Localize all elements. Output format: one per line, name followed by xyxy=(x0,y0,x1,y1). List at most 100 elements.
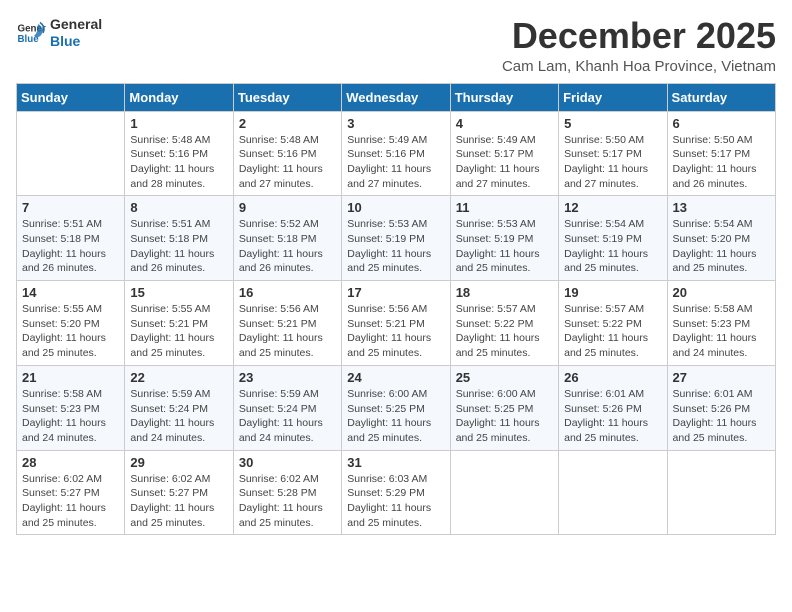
day-number: 2 xyxy=(239,116,336,131)
weekday-header-thursday: Thursday xyxy=(450,83,558,111)
day-info: Sunrise: 6:01 AM Sunset: 5:26 PM Dayligh… xyxy=(564,387,661,446)
day-number: 6 xyxy=(673,116,770,131)
calendar-cell: 13 Sunrise: 5:54 AM Sunset: 5:20 PM Dayli… xyxy=(667,196,775,281)
month-title: December 2025 xyxy=(502,16,776,56)
day-number: 24 xyxy=(347,370,444,385)
day-info: Sunrise: 6:01 AM Sunset: 5:26 PM Dayligh… xyxy=(673,387,770,446)
calendar-week-row: 7Sunrise: 5:51 AM Sunset: 5:18 PM Daylig… xyxy=(17,196,776,281)
day-number: 18 xyxy=(456,285,553,300)
calendar-cell: 8Sunrise: 5:51 AM Sunset: 5:18 PM Daylig… xyxy=(125,196,233,281)
day-info: Sunrise: 5:56 AM Sunset: 5:21 PM Dayligh… xyxy=(347,302,444,361)
title-block: December 2025 Cam Lam, Khanh Hoa Provinc… xyxy=(502,16,776,75)
day-number: 27 xyxy=(673,370,770,385)
calendar-cell: 6 Sunrise: 5:50 AM Sunset: 5:17 PM Daylig… xyxy=(667,111,775,196)
weekday-header-monday: Monday xyxy=(125,83,233,111)
calendar-cell: 31Sunrise: 6:03 AM Sunset: 5:29 PM Dayli… xyxy=(342,450,450,535)
calendar-week-row: 28Sunrise: 6:02 AM Sunset: 5:27 PM Dayli… xyxy=(17,450,776,535)
calendar-cell: 18 Sunrise: 5:57 AM Sunset: 5:22 PM Dayli… xyxy=(450,281,558,366)
day-info: Sunrise: 5:57 AM Sunset: 5:22 PM Dayligh… xyxy=(456,302,553,361)
calendar-cell: 10 Sunrise: 5:53 AM Sunset: 5:19 PM Dayli… xyxy=(342,196,450,281)
weekday-header-wednesday: Wednesday xyxy=(342,83,450,111)
day-number: 11 xyxy=(456,200,553,215)
logo: General Blue General Blue xyxy=(16,16,102,50)
calendar-cell: 5Sunrise: 5:50 AM Sunset: 5:17 PM Daylig… xyxy=(559,111,667,196)
day-number: 25 xyxy=(456,370,553,385)
day-number: 31 xyxy=(347,455,444,470)
day-number: 30 xyxy=(239,455,336,470)
day-info: Sunrise: 5:51 AM Sunset: 5:18 PM Dayligh… xyxy=(22,217,119,276)
calendar: SundayMondayTuesdayWednesdayThursdayFrid… xyxy=(16,83,776,536)
day-info: Sunrise: 6:02 AM Sunset: 5:28 PM Dayligh… xyxy=(239,472,336,531)
day-info: Sunrise: 6:00 AM Sunset: 5:25 PM Dayligh… xyxy=(347,387,444,446)
day-info: Sunrise: 6:02 AM Sunset: 5:27 PM Dayligh… xyxy=(22,472,119,531)
day-info: Sunrise: 5:55 AM Sunset: 5:20 PM Dayligh… xyxy=(22,302,119,361)
calendar-cell: 15 Sunrise: 5:55 AM Sunset: 5:21 PM Dayli… xyxy=(125,281,233,366)
day-info: Sunrise: 5:48 AM Sunset: 5:16 PM Dayligh… xyxy=(130,133,227,192)
calendar-body: 1Sunrise: 5:48 AM Sunset: 5:16 PM Daylig… xyxy=(17,111,776,535)
weekday-header-sunday: Sunday xyxy=(17,83,125,111)
calendar-cell: 23 Sunrise: 5:59 AM Sunset: 5:24 PM Dayli… xyxy=(233,365,341,450)
day-number: 3 xyxy=(347,116,444,131)
day-number: 21 xyxy=(22,370,119,385)
day-info: Sunrise: 5:53 AM Sunset: 5:19 PM Dayligh… xyxy=(347,217,444,276)
day-number: 17 xyxy=(347,285,444,300)
day-info: Sunrise: 5:49 AM Sunset: 5:16 PM Dayligh… xyxy=(347,133,444,192)
day-info: Sunrise: 5:58 AM Sunset: 5:23 PM Dayligh… xyxy=(22,387,119,446)
day-info: Sunrise: 5:59 AM Sunset: 5:24 PM Dayligh… xyxy=(130,387,227,446)
calendar-cell: 3 Sunrise: 5:49 AM Sunset: 5:16 PM Daylig… xyxy=(342,111,450,196)
day-number: 19 xyxy=(564,285,661,300)
day-info: Sunrise: 6:00 AM Sunset: 5:25 PM Dayligh… xyxy=(456,387,553,446)
day-info: Sunrise: 5:58 AM Sunset: 5:23 PM Dayligh… xyxy=(673,302,770,361)
day-info: Sunrise: 5:56 AM Sunset: 5:21 PM Dayligh… xyxy=(239,302,336,361)
calendar-cell xyxy=(667,450,775,535)
day-info: Sunrise: 5:53 AM Sunset: 5:19 PM Dayligh… xyxy=(456,217,553,276)
calendar-week-row: 1Sunrise: 5:48 AM Sunset: 5:16 PM Daylig… xyxy=(17,111,776,196)
calendar-cell: 22 Sunrise: 5:59 AM Sunset: 5:24 PM Dayli… xyxy=(125,365,233,450)
day-info: Sunrise: 5:55 AM Sunset: 5:21 PM Dayligh… xyxy=(130,302,227,361)
weekday-header-tuesday: Tuesday xyxy=(233,83,341,111)
day-info: Sunrise: 5:48 AM Sunset: 5:16 PM Dayligh… xyxy=(239,133,336,192)
day-info: Sunrise: 5:54 AM Sunset: 5:20 PM Dayligh… xyxy=(673,217,770,276)
calendar-cell: 25 Sunrise: 6:00 AM Sunset: 5:25 PM Dayli… xyxy=(450,365,558,450)
calendar-cell: 19Sunrise: 5:57 AM Sunset: 5:22 PM Dayli… xyxy=(559,281,667,366)
day-number: 13 xyxy=(673,200,770,215)
calendar-cell: 2 Sunrise: 5:48 AM Sunset: 5:16 PM Daylig… xyxy=(233,111,341,196)
subtitle: Cam Lam, Khanh Hoa Province, Vietnam xyxy=(502,58,776,75)
day-number: 29 xyxy=(130,455,227,470)
calendar-cell: 16 Sunrise: 5:56 AM Sunset: 5:21 PM Dayli… xyxy=(233,281,341,366)
day-info: Sunrise: 6:02 AM Sunset: 5:27 PM Dayligh… xyxy=(130,472,227,531)
calendar-cell: 9 Sunrise: 5:52 AM Sunset: 5:18 PM Daylig… xyxy=(233,196,341,281)
calendar-cell: 24 Sunrise: 6:00 AM Sunset: 5:25 PM Dayli… xyxy=(342,365,450,450)
day-number: 4 xyxy=(456,116,553,131)
day-number: 15 xyxy=(130,285,227,300)
logo-general: General xyxy=(50,16,102,33)
calendar-cell: 26Sunrise: 6:01 AM Sunset: 5:26 PM Dayli… xyxy=(559,365,667,450)
day-info: Sunrise: 5:59 AM Sunset: 5:24 PM Dayligh… xyxy=(239,387,336,446)
day-number: 10 xyxy=(347,200,444,215)
weekday-header-friday: Friday xyxy=(559,83,667,111)
header: General Blue General Blue December 2025 … xyxy=(16,16,776,75)
calendar-cell: 14Sunrise: 5:55 AM Sunset: 5:20 PM Dayli… xyxy=(17,281,125,366)
calendar-cell: 17 Sunrise: 5:56 AM Sunset: 5:21 PM Dayli… xyxy=(342,281,450,366)
day-info: Sunrise: 5:50 AM Sunset: 5:17 PM Dayligh… xyxy=(673,133,770,192)
calendar-cell xyxy=(559,450,667,535)
calendar-week-row: 21 Sunrise: 5:58 AM Sunset: 5:23 PM Dayli… xyxy=(17,365,776,450)
day-number: 22 xyxy=(130,370,227,385)
day-number: 5 xyxy=(564,116,661,131)
logo-icon: General Blue xyxy=(16,18,46,48)
day-info: Sunrise: 5:49 AM Sunset: 5:17 PM Dayligh… xyxy=(456,133,553,192)
day-info: Sunrise: 5:54 AM Sunset: 5:19 PM Dayligh… xyxy=(564,217,661,276)
day-info: Sunrise: 5:52 AM Sunset: 5:18 PM Dayligh… xyxy=(239,217,336,276)
calendar-cell: 11 Sunrise: 5:53 AM Sunset: 5:19 PM Dayli… xyxy=(450,196,558,281)
day-info: Sunrise: 5:51 AM Sunset: 5:18 PM Dayligh… xyxy=(130,217,227,276)
calendar-cell: 7Sunrise: 5:51 AM Sunset: 5:18 PM Daylig… xyxy=(17,196,125,281)
day-number: 9 xyxy=(239,200,336,215)
day-number: 16 xyxy=(239,285,336,300)
calendar-cell: 27 Sunrise: 6:01 AM Sunset: 5:26 PM Dayli… xyxy=(667,365,775,450)
logo-blue: Blue xyxy=(50,33,102,50)
day-number: 23 xyxy=(239,370,336,385)
calendar-cell: 12Sunrise: 5:54 AM Sunset: 5:19 PM Dayli… xyxy=(559,196,667,281)
day-number: 20 xyxy=(673,285,770,300)
calendar-cell: 29 Sunrise: 6:02 AM Sunset: 5:27 PM Dayli… xyxy=(125,450,233,535)
calendar-week-row: 14Sunrise: 5:55 AM Sunset: 5:20 PM Dayli… xyxy=(17,281,776,366)
